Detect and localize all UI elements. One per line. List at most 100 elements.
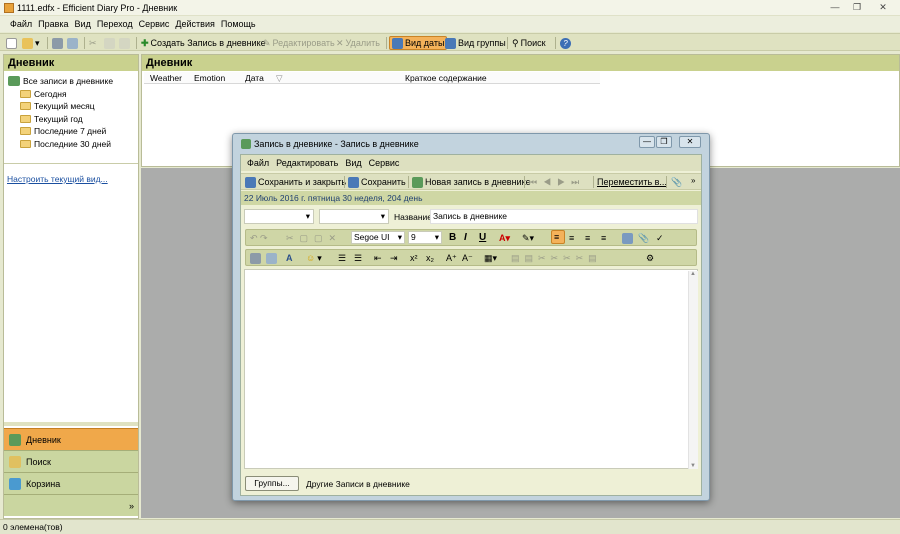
entry-editor[interactable]: ▲ ▼ (244, 269, 698, 469)
customize-view-link[interactable]: Настроить текущий вид... (7, 174, 108, 184)
save-button[interactable]: Сохранить (348, 175, 406, 189)
bullets-button[interactable]: ☰ (338, 251, 346, 265)
insert-image-icon[interactable] (622, 231, 633, 245)
dialog-close-button[interactable]: ✕ (679, 136, 701, 148)
editor-scrollbar[interactable]: ▲ ▼ (688, 271, 698, 469)
col-summary[interactable]: Краткое содержание (405, 73, 487, 83)
italic-button[interactable]: I (464, 231, 476, 245)
title-field[interactable]: Запись в дневнике (430, 209, 698, 224)
copy-icon[interactable] (104, 36, 115, 50)
table-tools-icons[interactable]: ▤▤✂✂✂✂▤ (511, 251, 602, 265)
create-entry-button[interactable]: ✚ Создать Запись в дневнике (141, 36, 266, 50)
dmenu-file[interactable]: Файл (247, 155, 269, 171)
menu-actions[interactable]: Действия (173, 16, 216, 32)
maximize-button[interactable]: ❐ (848, 1, 866, 13)
spellcheck-icon[interactable]: ✓ (656, 231, 664, 245)
delete-button[interactable]: ✕ Удалить (336, 36, 380, 50)
emoticon-button[interactable]: ☺ ▾ (306, 251, 322, 265)
tree-item-today[interactable]: Сегодня (8, 88, 138, 101)
align-right-button[interactable]: ≡ (585, 231, 590, 245)
nav-trash[interactable]: Корзина (4, 472, 138, 494)
splitter[interactable] (4, 422, 138, 426)
font-select[interactable]: Segoe UI ▾ (351, 231, 405, 244)
dmenu-edit[interactable]: Редактировать (276, 155, 338, 171)
emotion-dropdown[interactable]: ▾ (319, 209, 389, 224)
calendar-icon (392, 37, 403, 49)
search-button[interactable]: ⚲ Поиск (512, 36, 546, 50)
menu-edit[interactable]: Правка (36, 16, 70, 32)
align-center-button[interactable]: ≡ (569, 231, 574, 245)
nav-diary[interactable]: Дневник (4, 428, 138, 450)
group-icon (445, 37, 456, 49)
edit-button[interactable]: ✎ Редактировать (263, 36, 335, 50)
diary-icon (9, 434, 21, 446)
table-button[interactable]: ▦▾ (484, 251, 497, 265)
diary-icon (8, 76, 20, 87)
tree-item-year[interactable]: Текущий год (8, 113, 138, 126)
tree-root[interactable]: Все записи в дневнике (8, 75, 138, 88)
new-entry-button[interactable]: Новая запись в дневнике (412, 175, 531, 189)
attach-icon[interactable]: 📎 (671, 175, 682, 189)
menu-view[interactable]: Вид (73, 16, 93, 32)
decrease-indent-button[interactable]: ⇤ (374, 251, 382, 265)
attach-icon[interactable]: 📎 (638, 231, 649, 245)
dmenu-view[interactable]: Вид (345, 155, 361, 171)
record-nav-buttons[interactable]: ⏮◀▶⏭ (529, 175, 585, 189)
col-emotion[interactable]: Emotion (194, 73, 225, 83)
underline-button[interactable]: U (479, 231, 491, 245)
nav-search[interactable]: Поиск (4, 450, 138, 472)
numbering-button[interactable]: ☰ (354, 251, 362, 265)
preview-icon[interactable] (266, 251, 277, 265)
nav-expand[interactable]: » (4, 494, 138, 516)
move-to-button[interactable]: Переместить в... (597, 175, 667, 189)
find-icon[interactable]: A (286, 251, 293, 265)
weather-dropdown[interactable]: ▾ (244, 209, 314, 224)
col-date[interactable]: Дата (245, 73, 264, 83)
print-icon[interactable] (52, 36, 63, 50)
help-icon[interactable]: ? (560, 36, 571, 50)
superscript-button[interactable]: x² (410, 251, 418, 265)
special-tool-icon[interactable]: ⚙ (646, 251, 654, 265)
clipboard-icons[interactable]: ✂▢▢✕ (286, 231, 342, 245)
undo-icon[interactable]: ↶ ↷ (250, 231, 268, 245)
tree-item-7days[interactable]: Последние 7 дней (8, 125, 138, 138)
save-icon (245, 176, 256, 188)
font-size-select[interactable]: 9 ▾ (408, 231, 442, 244)
font-color-button[interactable]: A▾ (499, 231, 510, 245)
view-group-button[interactable]: Вид группы (445, 36, 506, 50)
open-icon[interactable]: ▾ (22, 36, 40, 50)
menu-help[interactable]: Помощь (219, 16, 258, 32)
col-weather[interactable]: Weather (150, 73, 182, 83)
groups-button[interactable]: Группы... (245, 476, 299, 491)
folder-icon (20, 127, 31, 136)
list-panel-title: Дневник (142, 55, 899, 71)
view-date-button[interactable]: Вид даты (389, 36, 448, 50)
dmenu-tools[interactable]: Сервис (369, 155, 400, 171)
menu-tools[interactable]: Сервис (137, 16, 172, 32)
save-close-button[interactable]: Сохранить и закрыть (245, 175, 346, 189)
minimize-button[interactable]: — (826, 1, 844, 13)
close-button[interactable]: ✕ (874, 1, 892, 13)
tree-item-30days[interactable]: Последние 30 дней (8, 138, 138, 151)
cut-icon[interactable]: ✂ (89, 36, 97, 50)
bold-button[interactable]: B (449, 231, 461, 245)
tree-item-month[interactable]: Текущий месяц (8, 100, 138, 113)
main-toolbar: ▾ ✂ ✚ Создать Запись в дневнике ✎ Редактир… (0, 33, 900, 51)
highlight-button[interactable]: ✎▾ (522, 231, 534, 245)
new-icon[interactable] (6, 36, 17, 50)
smiley-icon: ☺ (306, 253, 316, 263)
shrink-font-button[interactable]: A⁻ (462, 251, 473, 265)
menu-file[interactable]: Файл (8, 16, 34, 32)
grow-font-button[interactable]: A⁺ (446, 251, 457, 265)
preview-icon[interactable] (67, 36, 78, 50)
paste-icon[interactable] (119, 36, 130, 50)
dialog-maximize-button[interactable]: ❐ (656, 136, 672, 148)
increase-indent-button[interactable]: ⇥ (390, 251, 398, 265)
align-left-button[interactable]: ≡ (551, 230, 565, 244)
dialog-minimize-button[interactable]: — (639, 136, 655, 148)
subscript-button[interactable]: x₂ (426, 251, 434, 265)
menu-go[interactable]: Переход (95, 16, 135, 32)
justify-button[interactable]: ≡ (601, 231, 606, 245)
print-icon[interactable] (250, 251, 261, 265)
toolbar-overflow-icon[interactable]: » (691, 174, 695, 188)
